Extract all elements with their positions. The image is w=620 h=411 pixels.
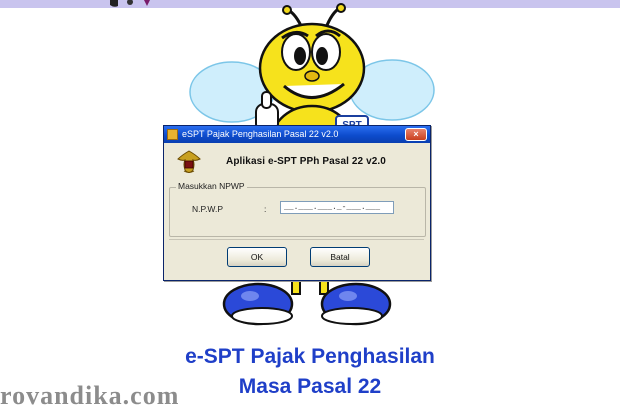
dialog-title: eSPT Pajak Penghasilan Pasal 22 v2.0 <box>182 129 339 139</box>
close-icon[interactable]: × <box>405 128 427 141</box>
npwp-colon: : <box>264 204 267 214</box>
garuda-emblem-icon <box>177 150 201 173</box>
npwp-label: N.P.W.P <box>192 204 224 214</box>
button-row: OK Batal <box>169 239 424 275</box>
dialog-titlebar[interactable]: eSPT Pajak Penghasilan Pasal 22 v2.0 × <box>164 126 430 143</box>
npwp-input[interactable] <box>280 201 394 214</box>
dialog-header: Aplikasi e-SPT PPh Pasal 22 v2.0 <box>164 143 430 181</box>
watermark: rovandika.com <box>0 381 180 410</box>
login-dialog: eSPT Pajak Penghasilan Pasal 22 v2.0 × A… <box>163 125 431 281</box>
caption-line-1: e-SPT Pajak Penghasilan <box>185 345 435 368</box>
app-title: Aplikasi e-SPT PPh Pasal 22 v2.0 <box>226 156 386 167</box>
batal-button[interactable]: Batal <box>310 247 370 267</box>
ok-button[interactable]: OK <box>227 247 287 267</box>
npwp-groupbox: Masukkan NPWP N.P.W.P : <box>169 181 426 237</box>
title-app-icon <box>167 129 178 140</box>
group-label: Masukkan NPWP <box>176 181 247 191</box>
